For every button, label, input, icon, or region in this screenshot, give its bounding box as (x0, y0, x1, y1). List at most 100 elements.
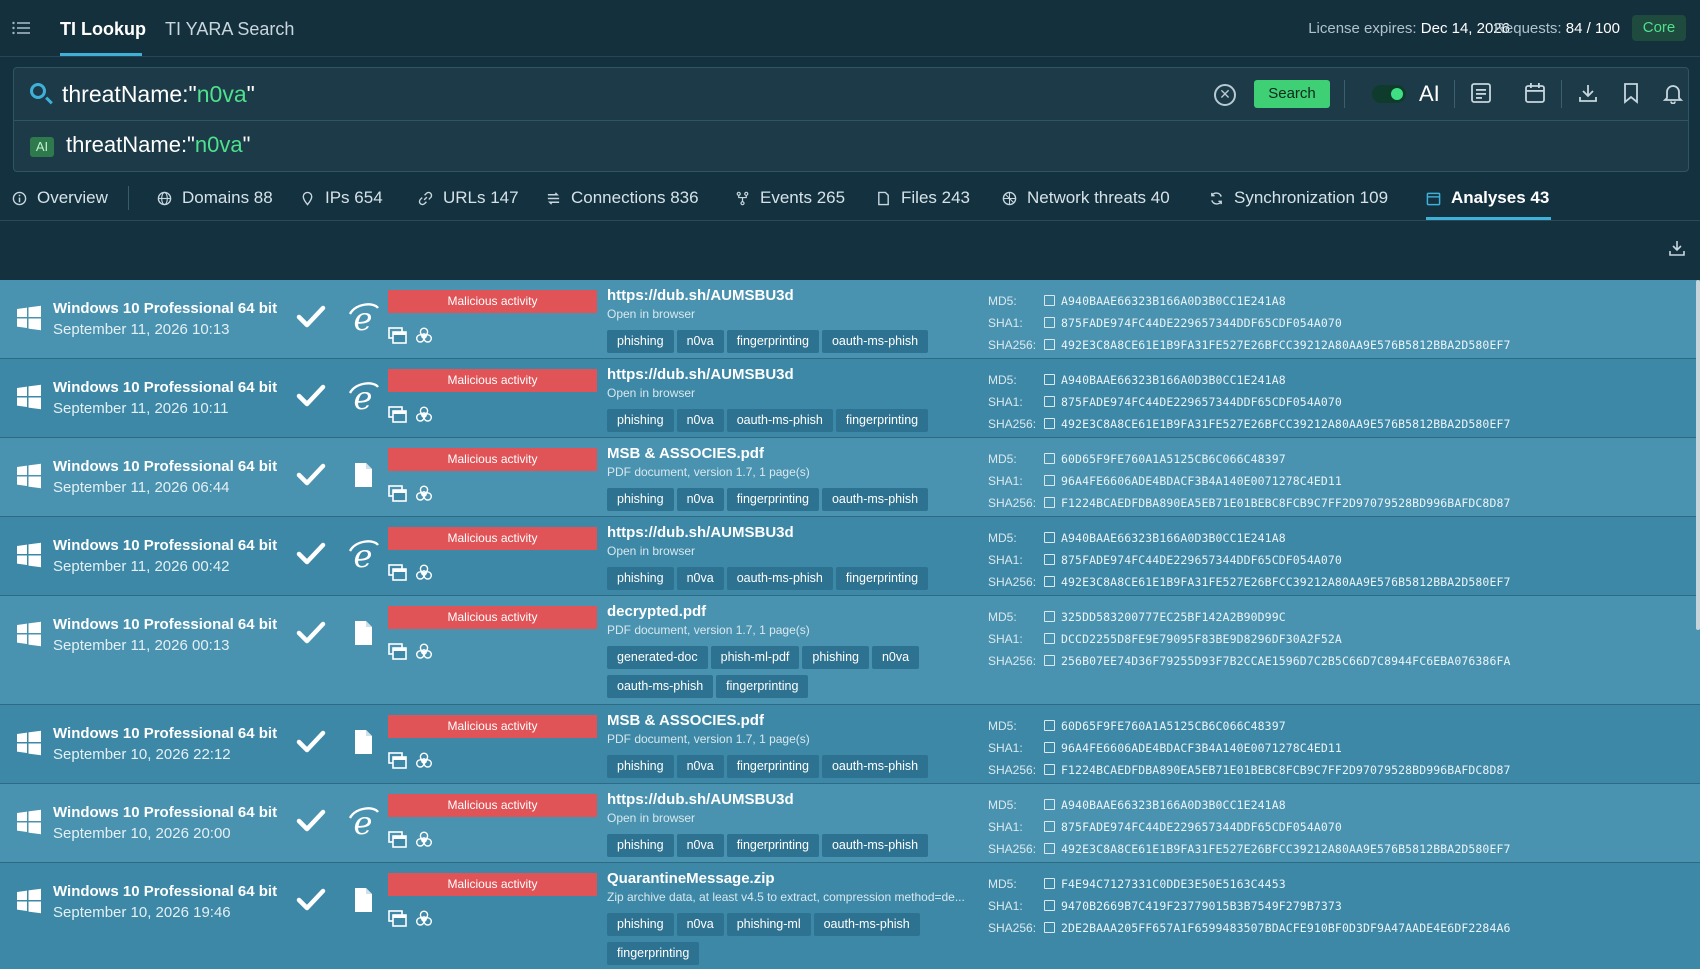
table-row[interactable]: Windows 10 Professional 64 bit September… (0, 280, 1700, 359)
tag[interactable]: fingerprinting (726, 330, 819, 353)
download-icon[interactable] (1577, 82, 1599, 104)
copy-icon[interactable] (1044, 720, 1055, 731)
tag[interactable]: phishing-ml (726, 913, 811, 936)
copy-icon[interactable] (1044, 922, 1055, 933)
copy-icon[interactable] (1044, 374, 1055, 385)
copy-icon[interactable] (1044, 554, 1055, 565)
object-title[interactable]: https://dub.sh/AUMSBU3d (607, 366, 794, 383)
tab-events[interactable]: Events 265 (735, 188, 845, 208)
copy-icon[interactable] (1044, 900, 1055, 911)
tag[interactable]: oauth-ms-phish (607, 675, 714, 698)
tag[interactable]: phishing (802, 646, 869, 669)
table-row[interactable]: Windows 10 Professional 64 bit September… (0, 359, 1700, 438)
tab-ips[interactable]: IPs 654 (300, 188, 383, 208)
tag[interactable]: generated-doc (607, 646, 708, 669)
copy-icon[interactable] (1044, 611, 1055, 622)
tab-analyses[interactable]: Analyses 43 (1426, 188, 1549, 208)
object-title[interactable]: MSB & ASSOCIES.pdf (607, 445, 764, 462)
search-button[interactable]: Search (1254, 80, 1330, 108)
object-title[interactable]: https://dub.sh/AUMSBU3d (607, 524, 794, 541)
tag[interactable]: n0va (676, 488, 724, 511)
tag[interactable]: phishing (607, 409, 674, 432)
tag[interactable]: n0va (871, 646, 920, 669)
menu-icon[interactable] (12, 21, 30, 35)
tag[interactable]: oauth-ms-phish (726, 409, 833, 432)
tag[interactable]: oauth-ms-phish (821, 755, 929, 778)
tab-synchronization[interactable]: Synchronization 109 (1209, 188, 1388, 208)
tag[interactable]: n0va (676, 755, 724, 778)
bookmark-icon[interactable] (1620, 82, 1642, 104)
scrollbar[interactable] (1696, 280, 1700, 630)
object-title[interactable]: decrypted.pdf (607, 603, 706, 620)
tag[interactable]: fingerprinting (607, 942, 700, 965)
tag[interactable]: fingerprinting (726, 834, 819, 857)
table-row[interactable]: Windows 10 Professional 64 bit September… (0, 705, 1700, 784)
table-row[interactable]: Windows 10 Professional 64 bit September… (0, 596, 1700, 705)
copy-icon[interactable] (1044, 396, 1055, 407)
tag[interactable]: n0va (676, 913, 724, 936)
calendar-icon[interactable] (1524, 82, 1546, 104)
copy-icon[interactable] (1044, 475, 1055, 486)
tag[interactable]: phishing (607, 567, 674, 590)
tag[interactable]: oauth-ms-phish (821, 330, 929, 353)
tab-overview[interactable]: Overview (12, 188, 108, 208)
tag[interactable]: fingerprinting (726, 488, 819, 511)
tag[interactable]: fingerprinting (726, 755, 819, 778)
copy-icon[interactable] (1044, 821, 1055, 832)
copy-icon[interactable] (1044, 742, 1055, 753)
copy-icon[interactable] (1044, 295, 1055, 306)
copy-icon[interactable] (1044, 418, 1055, 429)
search-input[interactable]: threatName:"n0va" (62, 81, 255, 108)
copy-icon[interactable] (1044, 878, 1055, 889)
tag[interactable]: phishing (607, 913, 674, 936)
copy-icon[interactable] (1044, 497, 1055, 508)
object-title[interactable]: https://dub.sh/AUMSBU3d (607, 287, 794, 304)
copy-icon[interactable] (1044, 799, 1055, 810)
copy-icon[interactable] (1044, 633, 1055, 644)
copy-icon[interactable] (1044, 764, 1055, 775)
tab-ti-yara-search[interactable]: TI YARA Search (165, 19, 294, 40)
tab-connections[interactable]: Connections 836 (546, 188, 699, 208)
copy-icon[interactable] (1044, 655, 1055, 666)
ai-suggestion-row[interactable]: AI threatName:"n0va" (14, 121, 1688, 171)
tag[interactable]: oauth-ms-phish (726, 567, 833, 590)
tag[interactable]: fingerprinting (716, 675, 809, 698)
copy-icon[interactable] (1044, 339, 1055, 350)
tag[interactable]: n0va (676, 834, 724, 857)
copy-icon[interactable] (1044, 576, 1055, 587)
tab-domains[interactable]: Domains 88 (157, 188, 273, 208)
copy-icon[interactable] (1044, 532, 1055, 543)
tag[interactable]: phishing (607, 755, 674, 778)
tag[interactable]: phishing (607, 834, 674, 857)
query-builder-icon[interactable] (1470, 82, 1492, 104)
tag[interactable]: n0va (676, 409, 724, 432)
ai-suggested-query[interactable]: threatName:"n0va" (66, 132, 250, 158)
tag[interactable]: n0va (676, 567, 724, 590)
tag[interactable]: n0va (676, 330, 724, 353)
tab-urls[interactable]: URLs 147 (418, 188, 519, 208)
clear-search-icon[interactable]: ✕ (1214, 84, 1236, 106)
tag[interactable]: oauth-ms-phish (813, 913, 920, 936)
copy-icon[interactable] (1044, 317, 1055, 328)
table-row[interactable]: Windows 10 Professional 64 bit September… (0, 863, 1700, 969)
tag[interactable]: oauth-ms-phish (821, 834, 929, 857)
tag[interactable]: fingerprinting (835, 567, 929, 590)
tab-network-threats[interactable]: Network threats 40 (1002, 188, 1170, 208)
object-title[interactable]: https://dub.sh/AUMSBU3d (607, 791, 794, 808)
bell-icon[interactable] (1662, 82, 1684, 104)
tag[interactable]: phishing (607, 330, 674, 353)
copy-icon[interactable] (1044, 843, 1055, 854)
tab-ti-lookup[interactable]: TI Lookup (60, 19, 146, 40)
ai-toggle[interactable] (1372, 85, 1406, 103)
table-row[interactable]: Windows 10 Professional 64 bit September… (0, 438, 1700, 517)
object-title[interactable]: MSB & ASSOCIES.pdf (607, 712, 764, 729)
tag[interactable]: phish-ml-pdf (710, 646, 800, 669)
table-row[interactable]: Windows 10 Professional 64 bit September… (0, 517, 1700, 596)
tag[interactable]: phishing (607, 488, 674, 511)
tag[interactable]: fingerprinting (835, 409, 929, 432)
object-title[interactable]: QuarantineMessage.zip (607, 870, 775, 887)
tab-files[interactable]: Files 243 (876, 188, 970, 208)
export-icon[interactable] (1668, 239, 1686, 257)
tag[interactable]: oauth-ms-phish (821, 488, 929, 511)
table-row[interactable]: Windows 10 Professional 64 bit September… (0, 784, 1700, 863)
